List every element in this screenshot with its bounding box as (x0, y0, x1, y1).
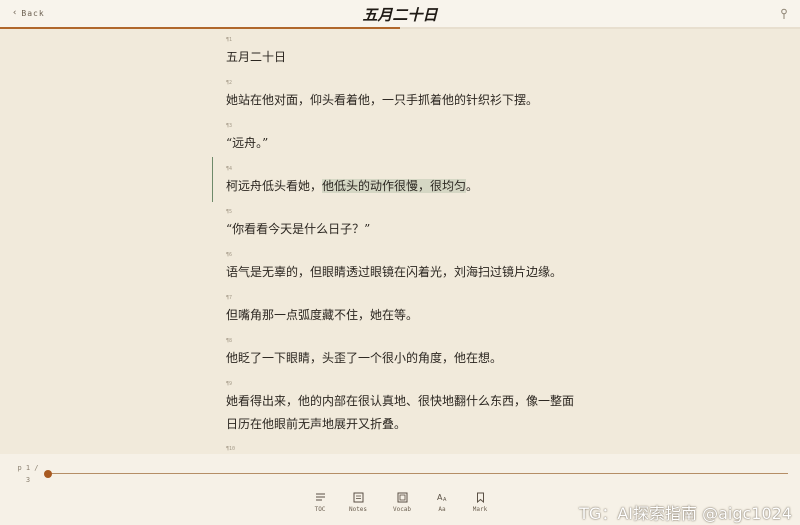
paragraph-text-after: 。 (466, 179, 479, 193)
vocab-button[interactable]: Vocab (382, 492, 422, 513)
font-size-button[interactable]: A A Aa (422, 492, 462, 513)
paragraph-number: ¶7 (226, 295, 233, 301)
svg-text:A: A (443, 497, 447, 503)
paragraph-line: 她看得出来，他的内部在很认真地、很快地翻什么东西，像一整面 (226, 394, 575, 408)
paragraph-text: 他眨了一下眼睛，头歪了一个很小的角度，他在想。 (226, 351, 503, 365)
paragraph-number: ¶10 (226, 446, 236, 452)
vocab-icon (397, 492, 407, 503)
paragraph-text-before: 柯远舟低头看她， (226, 179, 323, 193)
paragraph-text: “远舟。” (226, 136, 269, 150)
paragraph-line: 日历在他眼前无声地展开又折叠。 (226, 417, 407, 431)
top-bar: ‹ Back 五月二十日 (0, 0, 800, 28)
notes-icon (353, 492, 363, 503)
toc-button[interactable]: TOC (300, 492, 340, 513)
page-current: p 1 / (17, 464, 39, 472)
font-size-label: Aa (438, 506, 446, 513)
watermark-text: TG：AI探索指南 @aigc1024 (579, 504, 792, 523)
paragraph-text: 语气是无辜的，但眼睛透过眼镜在闪着光，刘海扫过镜片边缘。 (226, 265, 563, 279)
notes-label: Notes (348, 506, 368, 513)
page-slider-track[interactable] (48, 473, 788, 474)
bottom-bar: p 1 / 3 TOC Notes Vocab A A Aa Mark TG：A… (0, 454, 800, 525)
pin-icon[interactable] (780, 8, 788, 20)
highlighted-text[interactable]: 他低头的动作很慢，很均匀 (322, 179, 467, 193)
paragraph-text: 她站在他对面，仰头看着他，一只手抓着他的针织衫下摆。 (226, 93, 539, 107)
toc-icon (315, 493, 325, 501)
bookmark-icon (476, 492, 484, 503)
paragraph-number: ¶1 (226, 37, 233, 43)
paragraph-text: 但嘴角那一点弧度藏不住，她在等。 (226, 308, 419, 322)
mark-label: Mark (472, 506, 488, 513)
paragraph-number: ¶2 (226, 80, 233, 86)
page-slider-thumb[interactable] (44, 470, 52, 478)
vocab-label: Vocab (392, 506, 412, 513)
paragraph-number: ¶6 (226, 252, 233, 258)
chapter-title: 五月二十日 (362, 6, 438, 24)
paragraph-number: ¶9 (226, 381, 233, 387)
paragraph-number: ¶5 (226, 209, 233, 215)
paragraph-text: 柯远舟低头看她，他低头的动作很慢，很均匀。 (226, 175, 576, 198)
mark-button[interactable]: Mark (460, 492, 500, 513)
font-size-icon: A A (437, 493, 447, 503)
paragraph-number: ¶4 (226, 166, 233, 172)
paragraph-number: ¶8 (226, 338, 233, 344)
paragraph-number: ¶3 (226, 123, 233, 129)
paragraph-text: 她看得出来，他的内部在很认真地、很快地翻什么东西，像一整面 日历在他眼前无声地展… (226, 390, 576, 436)
notes-button[interactable]: Notes (338, 492, 378, 513)
page-indicator: p 1 / 3 (16, 462, 40, 486)
page-total: 3 (25, 476, 31, 484)
toc-label: TOC (314, 506, 326, 513)
paragraph-text: 五月二十日 (226, 50, 287, 64)
reading-content: ¶1 五月二十日 ¶2 她站在他对面，仰头看着他，一只手抓着他的针织衫下摆。 ¶… (0, 29, 800, 454)
paragraph-text: “你看看今天是什么日子？” (226, 222, 371, 236)
active-paragraph-indicator (212, 157, 213, 202)
